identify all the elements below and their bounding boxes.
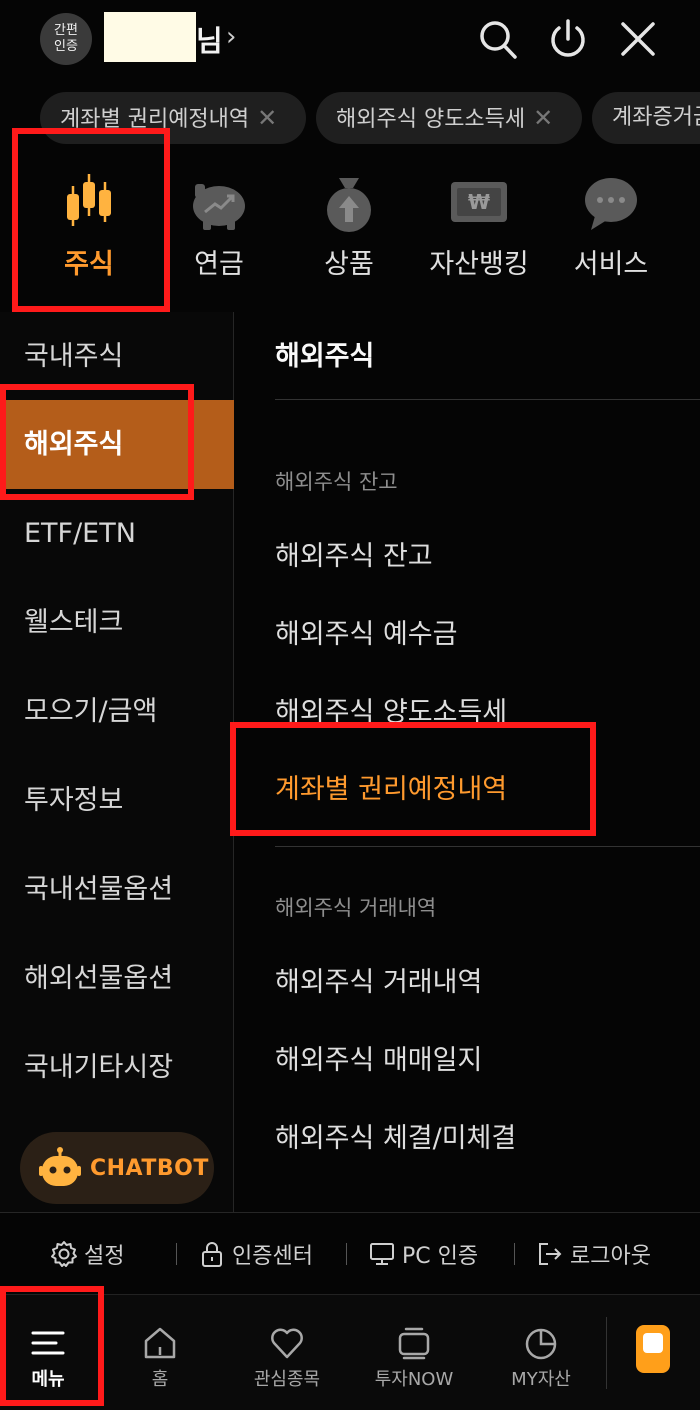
separator — [176, 1243, 177, 1265]
lock-icon — [202, 1242, 222, 1267]
recent-chip-label: 계좌증거금 — [612, 105, 700, 130]
settings-link[interactable]: 설정 — [50, 1237, 124, 1271]
recent-chip-label: 계좌별 권리예정내역 — [60, 107, 250, 132]
simple-auth-badge[interactable]: 간편 인증 — [40, 13, 92, 65]
recent-menu-chips: 계좌별 권리예정내역 ✕ 해외주식 양도소득세 ✕ 계좌증거금 — [0, 92, 700, 144]
section-heading: 해외주식 거래내역 — [275, 896, 437, 920]
search-icon[interactable] — [478, 18, 518, 60]
pc-auth-label: PC 인증 — [402, 1244, 479, 1269]
robot-icon — [39, 1147, 81, 1186]
recent-chip-label: 해외주식 양도소득세 — [336, 107, 526, 132]
category-tabs: 주식 연금 상품 ₩ 자산뱅킹 서비스 — [0, 160, 700, 310]
menu-icon — [31, 1331, 65, 1355]
left-menu-item[interactable]: 국내주식 — [0, 312, 234, 401]
left-menu-item[interactable]: 국내기타시장 — [0, 1023, 234, 1112]
logout-label: 로그아웃 — [570, 1244, 651, 1269]
submenu-item[interactable]: 해외주식 잔고 — [275, 534, 433, 573]
utility-bar: 설정 인증센터 PC 인증 로그아웃 — [0, 1212, 700, 1294]
left-menu-item[interactable]: 투자정보 — [0, 756, 234, 845]
pc-auth-link[interactable]: PC 인증 — [368, 1237, 478, 1271]
chat-bubble-icon — [581, 172, 641, 232]
gear-icon — [51, 1241, 77, 1267]
tab-label: 자산뱅킹 — [429, 249, 529, 280]
tab-products[interactable]: 상품 — [284, 160, 414, 310]
tab-label: 서비스 — [573, 249, 649, 280]
nav-label: 홈 — [151, 1369, 169, 1390]
divider — [275, 846, 700, 847]
nav-watchlist[interactable]: 관심종목 — [227, 1295, 347, 1410]
left-menu-item[interactable]: 해외선물옵션 — [0, 934, 234, 1023]
won-card-icon: ₩ — [449, 172, 509, 232]
chevron-right-icon[interactable]: › — [226, 22, 236, 52]
nav-home[interactable]: 홈 — [100, 1295, 220, 1410]
chatbot-button[interactable]: CHATBOT — [20, 1132, 214, 1204]
tab-service[interactable]: 서비스 — [546, 160, 676, 310]
submenu-item[interactable]: 해외주식 양도소득세 — [275, 690, 507, 729]
left-menu-item[interactable]: 모으기/금액 — [0, 667, 234, 756]
heart-icon — [271, 1328, 303, 1359]
left-menu: 국내주식 해외주식 ETF/ETN 웰스테크 모으기/금액 투자정보 국내선물옵… — [0, 312, 234, 1212]
power-icon[interactable] — [548, 18, 588, 60]
nav-my-assets[interactable]: MY자산 — [481, 1295, 601, 1410]
close-icon[interactable] — [618, 18, 658, 60]
recent-chip[interactable]: 해외주식 양도소득세 ✕ — [316, 92, 582, 144]
home-icon — [144, 1327, 176, 1359]
left-menu-item[interactable]: 웰스테크 — [0, 578, 234, 667]
logout-link[interactable]: 로그아웃 — [536, 1237, 651, 1271]
user-name-redacted[interactable] — [104, 12, 196, 62]
tab-label: 상품 — [324, 249, 374, 280]
separator — [606, 1317, 607, 1389]
nav-label: 메뉴 — [31, 1369, 65, 1390]
left-menu-item-active[interactable]: 해외주식 — [0, 400, 234, 489]
nav-menu[interactable]: 메뉴 — [0, 1295, 108, 1410]
nav-label: 관심종목 — [253, 1369, 321, 1390]
left-menu-item[interactable]: ETF/ETN — [0, 489, 234, 578]
user-name-suffix[interactable]: 님 — [196, 18, 223, 60]
settings-label: 설정 — [84, 1244, 125, 1269]
tab-label: 주식 — [64, 249, 114, 280]
submenu-panel: 해외주식 해외주식 잔고 해외주식 잔고 해외주식 예수금 해외주식 양도소득세… — [235, 312, 700, 1212]
tab-stocks[interactable]: 주식 — [24, 160, 154, 310]
candlestick-icon — [59, 172, 119, 232]
close-icon[interactable]: ✕ — [533, 104, 553, 132]
tv-icon — [398, 1327, 430, 1360]
submenu-item[interactable]: 해외주식 예수금 — [275, 612, 457, 651]
money-bag-icon — [319, 172, 379, 232]
submenu-item[interactable]: 해외주식 매매일지 — [275, 1038, 482, 1077]
nav-invest-now[interactable]: 투자NOW — [354, 1295, 474, 1410]
svg-text:₩: ₩ — [468, 190, 490, 214]
bottom-navigation: 메뉴 홈 관심종목 투자NOW MY자산 — [0, 1294, 700, 1410]
pie-chart-icon — [525, 1328, 557, 1360]
tab-label: 연금 — [194, 249, 244, 280]
top-header: 간편 인증 님 › — [0, 0, 700, 82]
section-heading: 해외주식 잔고 — [275, 470, 398, 494]
logout-icon — [539, 1243, 562, 1265]
close-icon[interactable]: ✕ — [257, 104, 277, 132]
divider — [275, 399, 700, 400]
app-switch-icon[interactable] — [636, 1325, 670, 1373]
tab-pension[interactable]: 연금 — [154, 160, 284, 310]
nav-label: MY자산 — [511, 1369, 571, 1390]
submenu-item[interactable]: 해외주식 거래내역 — [275, 960, 482, 999]
piggy-bank-icon — [189, 172, 249, 232]
auth-center-label: 인증센터 — [232, 1244, 313, 1269]
chatbot-label: CHATBOT — [90, 1155, 209, 1181]
separator — [514, 1243, 515, 1265]
left-menu-item[interactable]: 국내선물옵션 — [0, 845, 234, 934]
tab-asset-banking[interactable]: ₩ 자산뱅킹 — [414, 160, 544, 310]
nav-label: 투자NOW — [374, 1369, 454, 1390]
submenu-item[interactable]: 해외주식 체결/미체결 — [275, 1116, 516, 1155]
submenu-title: 해외주식 — [275, 341, 375, 372]
monitor-icon — [370, 1243, 394, 1265]
recent-chip[interactable]: 계좌증거금 — [592, 92, 700, 144]
recent-chip[interactable]: 계좌별 권리예정내역 ✕ — [40, 92, 306, 144]
separator — [346, 1243, 347, 1265]
submenu-item-active[interactable]: 계좌별 권리예정내역 — [275, 767, 507, 806]
auth-center-link[interactable]: 인증센터 — [198, 1237, 313, 1271]
